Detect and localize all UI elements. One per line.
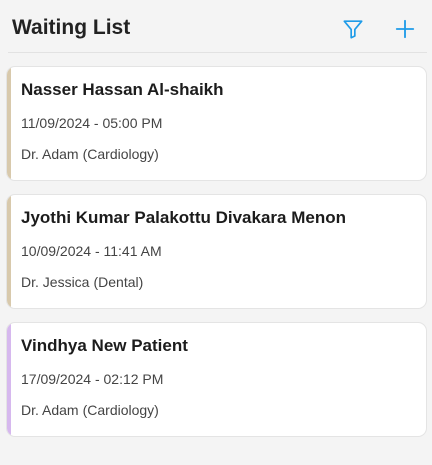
doctor-info: Dr. Adam (Cardiology) [21, 402, 159, 418]
patient-name: Jyothi Kumar Palakottu Divakara Menon [21, 208, 346, 227]
doctor-info: Dr. Jessica (Dental) [21, 274, 143, 290]
accent-bar [7, 195, 11, 308]
appointment-datetime: 10/09/2024 - 11:41 AM [21, 243, 162, 259]
filter-button[interactable] [340, 16, 366, 42]
accent-bar [7, 67, 11, 180]
waiting-list-panel: Waiting List Nasser Hassan Al-shaikh 11/… [0, 0, 432, 465]
add-button[interactable] [392, 16, 418, 42]
appointment-datetime: 11/09/2024 - 05:00 PM [21, 115, 163, 131]
department: (Cardiology) [82, 146, 159, 162]
list-item[interactable]: Jyothi Kumar Palakottu Divakara Menon 10… [6, 194, 427, 309]
list-item[interactable]: Vindhya New Patient 17/09/2024 - 02:12 P… [6, 322, 427, 437]
waiting-list: Nasser Hassan Al-shaikh 11/09/2024 - 05:… [6, 66, 427, 450]
patient-name: Vindhya New Patient [21, 336, 188, 355]
appointment-datetime: 17/09/2024 - 02:12 PM [21, 371, 164, 387]
doctor-name: Dr. Jessica [21, 274, 90, 290]
doctor-name: Dr. Adam [21, 146, 79, 162]
header-divider [8, 52, 427, 53]
waiting-list-header: Waiting List [0, 0, 432, 54]
department: (Dental) [93, 274, 144, 290]
filter-icon [343, 20, 363, 39]
department: (Cardiology) [82, 402, 159, 418]
patient-name: Nasser Hassan Al-shaikh [21, 80, 224, 99]
plus-icon [395, 19, 415, 39]
doctor-info: Dr. Adam (Cardiology) [21, 146, 159, 162]
list-item[interactable]: Nasser Hassan Al-shaikh 11/09/2024 - 05:… [6, 66, 427, 181]
accent-bar [7, 323, 11, 436]
page-title: Waiting List [12, 16, 131, 39]
doctor-name: Dr. Adam [21, 402, 79, 418]
